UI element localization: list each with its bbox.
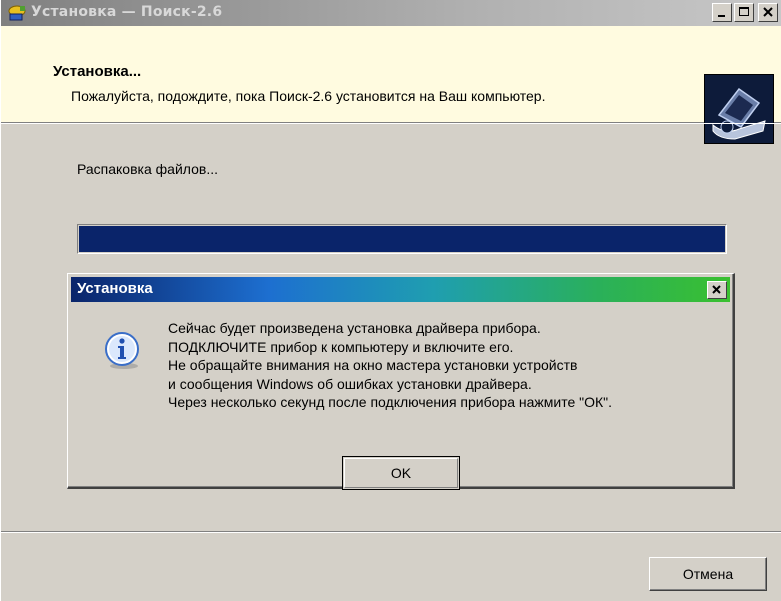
dialog-titlebar[interactable]: Установка: [71, 277, 730, 302]
dialog-title: Установка: [77, 280, 153, 297]
maximize-icon: [739, 7, 749, 16]
dialog-message-line: Через несколько секунд после подключения…: [168, 394, 613, 411]
status-text: Распаковка файлов...: [77, 161, 218, 177]
wizard-header: Установка... Пожалуйста, подождите, пока…: [1, 26, 781, 144]
header-title: Установка...: [53, 63, 142, 80]
message-dialog: Установка Сейчас будет произведена устан…: [67, 273, 735, 490]
maximize-button[interactable]: [734, 3, 754, 22]
dialog-message-line: и сообщения Windows об ошибках установки…: [168, 375, 532, 392]
ok-button[interactable]: OK: [342, 456, 460, 490]
computer-install-icon: [704, 74, 774, 144]
dialog-message-line: Не обращайте внимания на окно мастера ус…: [168, 357, 578, 374]
window-titlebar[interactable]: Установка — Поиск-2.6: [1, 0, 781, 26]
progress-bar: [77, 224, 727, 254]
cancel-button[interactable]: Отмена: [649, 557, 767, 591]
ok-button-label: OK: [390, 465, 412, 481]
window-title: Установка — Поиск-2.6: [31, 4, 223, 20]
close-icon: [712, 285, 721, 294]
dialog-message-line: ПОДКЛЮЧИТЕ прибор к компьютеру и включит…: [168, 338, 514, 355]
info-icon: [102, 331, 142, 371]
minimize-button[interactable]: [712, 3, 732, 22]
minimize-icon: [718, 15, 725, 17]
close-icon: [763, 7, 773, 17]
progress-bar-fill: [79, 226, 725, 252]
installer-window: Установка — Поиск-2.6 Установка... Пожал…: [0, 0, 781, 601]
header-subtitle: Пожалуйста, подождите, пока Поиск-2.6 ус…: [71, 88, 546, 104]
close-button[interactable]: [758, 3, 778, 22]
dialog-message: Сейчас будет произведена установка драйв…: [168, 319, 728, 412]
dialog-close-button[interactable]: [707, 281, 727, 299]
header-divider: [1, 123, 781, 124]
footer-divider-highlight: [1, 532, 781, 533]
dialog-message-line: Сейчас будет произведена установка драйв…: [168, 320, 541, 336]
cancel-button-label: Отмена: [682, 566, 734, 582]
setup-icon: [7, 3, 27, 23]
